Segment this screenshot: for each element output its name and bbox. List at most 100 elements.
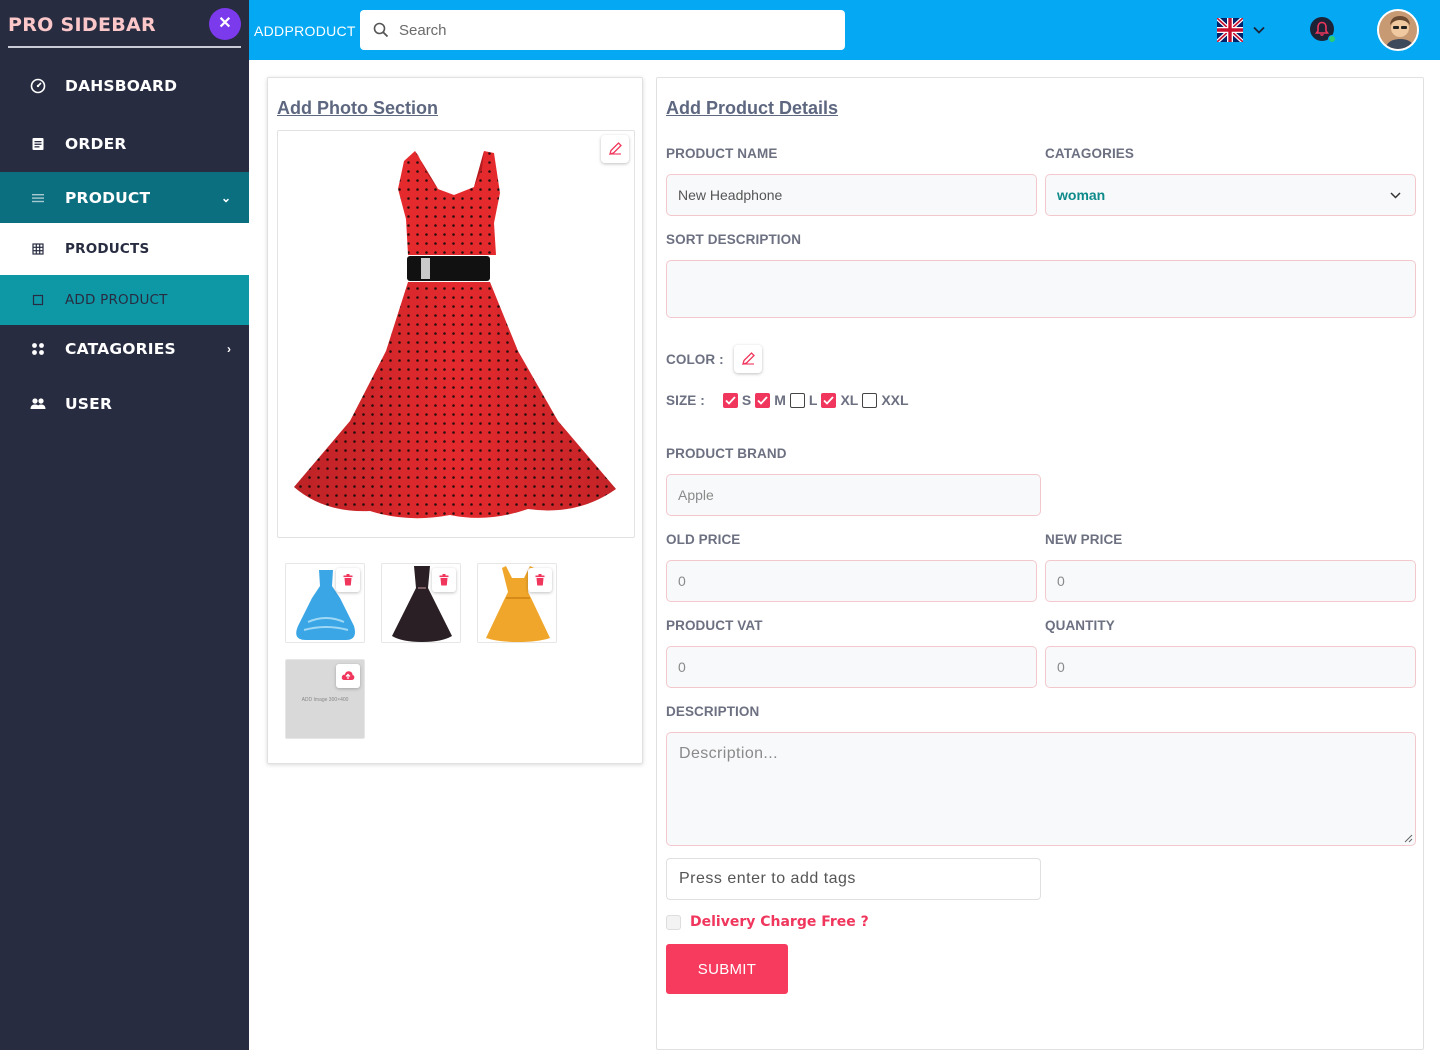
- categories-label: CATAGORIES: [1045, 146, 1135, 161]
- new-price-label: NEW PRICE: [1045, 532, 1123, 547]
- sidebar-item-label: USER: [65, 395, 113, 413]
- product-name-value: New Headphone: [678, 187, 783, 203]
- sidebar-item-dashboard[interactable]: DAHSBOARD: [0, 62, 249, 110]
- notification-button[interactable]: [1310, 17, 1336, 43]
- product-details-card: Add Product Details PRODUCT NAME New Hea…: [656, 77, 1424, 1050]
- cloud-upload-icon: [341, 671, 355, 680]
- chevron-right-icon: ›: [227, 342, 231, 356]
- size-l-label: L: [808, 392, 818, 408]
- sort-description-input[interactable]: [666, 260, 1416, 318]
- sidebar-item-categories[interactable]: CATAGORIES ›: [0, 325, 249, 373]
- red-dress-image: [294, 151, 616, 519]
- app: PRO SIDEBAR ✕ DAHSBOARD ORDER PRODUCT ⌄: [0, 0, 1440, 1050]
- description-label: DESCRIPTION: [666, 704, 760, 719]
- trash-icon: [535, 574, 545, 586]
- details-section-title: Add Product Details: [666, 98, 839, 118]
- size-xxl-checkbox[interactable]: [862, 392, 878, 408]
- new-price-input[interactable]: 0: [1045, 560, 1416, 602]
- avatar[interactable]: [1377, 9, 1419, 51]
- language-selector[interactable]: [1217, 18, 1265, 42]
- product-name-input[interactable]: New Headphone: [666, 174, 1037, 216]
- close-icon: ✕: [218, 15, 232, 32]
- quantity-input[interactable]: 0: [1045, 646, 1416, 688]
- bell-icon: [1314, 21, 1330, 36]
- search-bar[interactable]: [360, 10, 845, 50]
- old-price-label: OLD PRICE: [666, 532, 741, 547]
- product-brand-input[interactable]: Apple: [666, 474, 1041, 516]
- sidebar-item-label: CATAGORIES: [65, 340, 176, 358]
- square-icon: [0, 294, 65, 306]
- product-vat-input[interactable]: 0: [666, 646, 1037, 688]
- quantity-value: 0: [1057, 659, 1065, 675]
- new-price-value: 0: [1057, 573, 1065, 589]
- product-vat-label: PRODUCT VAT: [666, 618, 763, 633]
- pencil-icon: [609, 142, 622, 155]
- add-image-slot[interactable]: ADD Image 300×400: [285, 659, 365, 739]
- quantity-label: QUANTITY: [1045, 618, 1115, 633]
- users-icon: [0, 397, 65, 411]
- delivery-free-option[interactable]: Delivery Charge Free ?: [666, 914, 869, 930]
- check-icon: [757, 395, 768, 405]
- categories-value: woman: [1057, 187, 1106, 203]
- categories-select[interactable]: woman: [1045, 174, 1416, 216]
- product-brand-value: Apple: [678, 487, 714, 503]
- submit-button[interactable]: SUBMIT: [666, 944, 788, 994]
- product-name-label: PRODUCT NAME: [666, 146, 778, 161]
- close-sidebar-button[interactable]: ✕: [209, 8, 241, 40]
- sidebar-item-order[interactable]: ORDER: [0, 120, 249, 168]
- sidebar-item-add-product[interactable]: ADD PRODUCT: [0, 275, 249, 325]
- old-price-value: 0: [678, 573, 686, 589]
- sidebar-item-user[interactable]: USER: [0, 380, 249, 428]
- size-m-label: M: [774, 392, 786, 408]
- thumbnail-yellow-dress[interactable]: [477, 563, 557, 643]
- color-label: COLOR :: [666, 352, 724, 367]
- sidebar-brand: PRO SIDEBAR ✕: [8, 8, 241, 48]
- grid-icon: [0, 243, 65, 255]
- submit-label: SUBMIT: [697, 960, 757, 978]
- description-textarea[interactable]: Description...: [666, 732, 1416, 846]
- size-xl-checkbox[interactable]: [821, 392, 837, 408]
- upload-image-button[interactable]: [336, 664, 360, 688]
- old-price-input[interactable]: 0: [666, 560, 1037, 602]
- size-options: SIZE : S M L XL XXL: [666, 392, 913, 408]
- thumbnail-black-dress[interactable]: [381, 563, 461, 643]
- size-label: SIZE :: [666, 392, 705, 408]
- photo-section-title: Add Photo Section: [277, 98, 438, 118]
- document-icon: [0, 137, 65, 151]
- size-xl-label: XL: [840, 392, 859, 408]
- sidebar-item-product[interactable]: PRODUCT ⌄: [0, 172, 249, 223]
- edit-photo-button[interactable]: [601, 135, 629, 163]
- sidebar-item-label: PRODUCTS: [65, 241, 150, 257]
- size-s-label: S: [741, 392, 752, 408]
- brand-title: PRO SIDEBAR: [8, 14, 156, 36]
- trash-icon: [439, 574, 449, 586]
- search-input[interactable]: [399, 21, 819, 39]
- menu-lines-icon: [0, 192, 65, 204]
- check-icon: [725, 395, 736, 405]
- product-vat-value: 0: [678, 659, 686, 675]
- thumbnail-blue-dress[interactable]: [285, 563, 365, 643]
- delete-thumbnail-button[interactable]: [528, 568, 552, 592]
- size-m-checkbox[interactable]: [755, 392, 771, 408]
- sidebar-item-label: ADD PRODUCT: [65, 292, 168, 308]
- sidebar-item-products[interactable]: PRODUCTS: [0, 223, 249, 275]
- sidebar-item-label: ORDER: [65, 135, 127, 153]
- search-icon: [373, 22, 389, 38]
- chevron-down-icon: ⌄: [220, 190, 231, 205]
- dashboard-gauge-icon: [0, 78, 65, 94]
- add-image-placeholder-text: ADD Image 300×400: [301, 697, 349, 703]
- pencil-icon: [742, 352, 755, 365]
- delivery-free-label: Delivery Charge Free ?: [690, 914, 869, 930]
- delivery-free-checkbox[interactable]: [666, 914, 681, 930]
- size-l-checkbox[interactable]: [789, 392, 805, 408]
- size-s-checkbox[interactable]: [722, 392, 738, 408]
- delete-thumbnail-button[interactable]: [432, 568, 456, 592]
- top-header: ADDPRODUCT: [249, 0, 1440, 60]
- online-status-dot: [1328, 35, 1336, 43]
- uk-flag-icon: [1217, 18, 1243, 42]
- delete-thumbnail-button[interactable]: [336, 568, 360, 592]
- tags-input[interactable]: Press enter to add tags: [666, 858, 1041, 900]
- trash-icon: [343, 574, 353, 586]
- resize-handle-icon[interactable]: [1404, 834, 1413, 843]
- color-picker-button[interactable]: [734, 345, 762, 373]
